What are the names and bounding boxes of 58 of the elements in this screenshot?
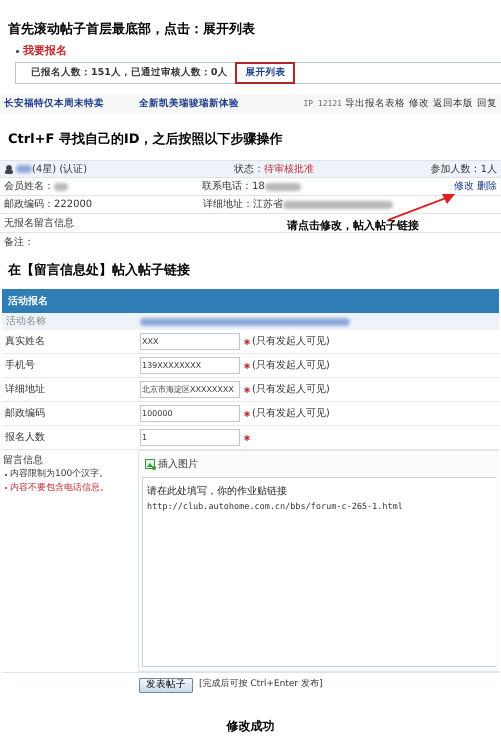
phone-label: 联系电话：18 — [202, 180, 265, 194]
action-link[interactable]: 导出报名表格 — [345, 96, 405, 112]
field-label: 留言信息 — [3, 454, 44, 468]
action-link[interactable]: 修改 — [454, 179, 474, 194]
visibility-note: (只有发起人可见) — [252, 382, 330, 397]
instruction-text: Ctrl+F 寻找自己的ID，之后按照以下步骤操作 — [7, 130, 284, 149]
image-icon — [145, 458, 156, 470]
field-label: 报名人数 — [5, 430, 46, 445]
annotation-text: 请点击修改，帖入帖子链接 — [287, 218, 419, 234]
ip-text: IP 12121 — [303, 98, 342, 110]
status-text: 待审核批准 — [264, 162, 314, 176]
field-label: 活动名称 — [6, 315, 47, 329]
visibility-note: (只有发起人可见) — [252, 358, 330, 373]
text-input[interactable]: XXX — [140, 333, 240, 350]
avatar-icon — [4, 164, 14, 174]
submit-button[interactable]: 发表帖子 — [139, 678, 193, 692]
expand-list-link[interactable]: 展开列表 — [235, 62, 296, 84]
bullet-icon — [16, 50, 19, 52]
redacted-text — [54, 182, 68, 190]
status-label: 状态： — [234, 162, 264, 176]
instruction-text: 在【留言信息处】帖入帖子链接 — [6, 262, 191, 280]
hint-text: 内容限制为100个汉字。 — [10, 468, 108, 481]
postcode-text: 邮政编码：222000 — [4, 198, 94, 212]
text-input[interactable]: 北京市海淀区XXXXXXXX — [140, 381, 240, 398]
action-link[interactable]: 删除 — [477, 179, 497, 194]
visibility-note: (只有发起人可见) — [252, 334, 330, 349]
action-link[interactable]: 返回本版 — [433, 96, 473, 112]
field-label: 详细地址 — [5, 382, 46, 397]
user-rank: (4星) (认证) — [32, 162, 88, 176]
section-heading: 我要报名 — [23, 42, 67, 59]
textarea-line: 请在此处填写，你的作业贴链接 — [147, 484, 288, 499]
instruction-text: 首先滚动帖子首层最底部，点击：展开列表 — [7, 20, 256, 39]
hint-text: 内容不要包含电话信息。 — [10, 482, 109, 494]
visibility-note: (只有发起人可见) — [252, 406, 330, 421]
textarea-line: http://club.autohome.com.cn/bbs/forum-c-265-1.html — [147, 501, 404, 514]
redacted-text — [16, 165, 32, 173]
submit-hint: [完成后可按 Ctrl+Enter 发布] — [199, 678, 322, 692]
action-link[interactable]: 回复 — [477, 96, 497, 112]
remark-label: 备注： — [4, 236, 34, 250]
message-text: 无报名留言信息 — [4, 216, 74, 230]
ad-link[interactable]: 全新凯美瑞骏瑞新体验 — [139, 96, 304, 112]
signup-summary: 已报名人数：151人，已通过审核人数：0人 — [31, 66, 228, 80]
participant-count: 参加人数：1人 — [430, 162, 497, 176]
address-label: 详细地址：江苏省 — [203, 198, 283, 212]
text-input[interactable]: 139XXXXXXXX — [140, 357, 240, 374]
insert-image-button[interactable]: 插入图片 — [145, 456, 198, 472]
field-label: 真实姓名 — [5, 334, 46, 349]
field-label: 手机号 — [5, 358, 36, 373]
form-title: 活动报名 — [8, 294, 48, 308]
ad-link[interactable]: 长安福特仅本周末特卖 — [4, 96, 140, 112]
field-label: 邮政编码 — [5, 406, 46, 421]
text-input[interactable]: 1 — [140, 429, 240, 446]
member-name-label: 会员姓名： — [4, 180, 54, 194]
action-link[interactable]: 修改 — [409, 96, 429, 112]
message-textarea[interactable]: 请在此处填写，你的作业贴链接 http://club.autohome.com.cn/bbs/forum-c-265-1.html — [142, 477, 496, 667]
redacted-text — [264, 182, 301, 190]
instruction-text: 修改成功 — [225, 718, 276, 735]
text-input[interactable]: 100000 — [140, 405, 240, 422]
